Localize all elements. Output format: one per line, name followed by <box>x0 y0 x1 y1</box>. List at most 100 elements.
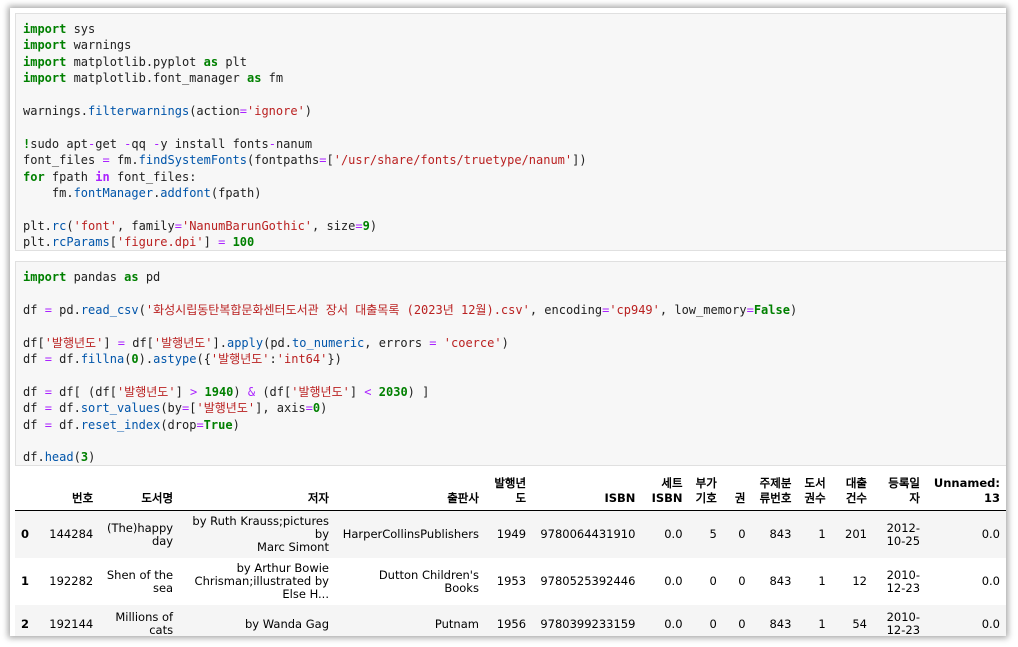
table-cell: 843 <box>769 527 792 541</box>
code-token: df. <box>51 417 81 432</box>
code-token: df <box>23 401 45 416</box>
code-editor-1[interactable]: import sys import warnings import matplo… <box>16 14 1006 251</box>
code-token: plt <box>218 54 247 69</box>
code-token: - <box>268 136 276 151</box>
column-header: 대출 건수 <box>845 476 867 505</box>
table-cell: 5 <box>709 527 717 541</box>
table-cell: 1953 <box>496 574 527 588</box>
code-token: 'ignore' <box>247 104 305 119</box>
code-line: df = df.fillna(0).astype({'발행년도':'int64'… <box>23 352 342 366</box>
code-token: 1940 <box>204 384 234 399</box>
code-token: = <box>102 153 110 168</box>
code-token: 'figure.dpi' <box>116 235 204 250</box>
code-editor-2[interactable]: import pandas as pd df = pd.read_csv('화성… <box>16 262 1006 466</box>
code-token: False <box>753 302 790 317</box>
code-token: '발행년도' <box>153 335 213 350</box>
table-cell: Millions of cats <box>115 610 174 637</box>
code-token: sys <box>66 22 96 36</box>
code-token: ) <box>789 302 798 317</box>
table-cell: 1949 <box>496 527 527 541</box>
code-token: [ <box>326 153 334 168</box>
cell-output: 번호 도서명 저자 출판사 발행년 도 ISBN 세트 ISBN 부가 기호 권 주제분 류번호 도서 권수 대… <box>15 472 1006 636</box>
code-token: 'font' <box>73 218 117 233</box>
table-cell: 0 <box>738 574 746 588</box>
code-token: matplotlib.pyplot <box>66 54 204 69</box>
code-token: 'int64' <box>276 352 328 367</box>
table-cell: 2010- 12-23 <box>886 610 921 637</box>
column-header: 번호 <box>72 491 94 505</box>
table-body: 0 144284 (The)happy day by Ruth Krauss;pictu… <box>15 510 1006 637</box>
code-token: '발행년도' <box>44 335 104 350</box>
code-token: = <box>174 218 182 233</box>
code-token: = <box>44 401 52 416</box>
table-cell: 0 <box>709 574 717 588</box>
code-token: df[ (df[ <box>51 384 117 399</box>
code-token: , family <box>116 218 175 233</box>
code-token: ). <box>138 352 154 367</box>
code-token: ) <box>501 335 509 350</box>
code-token: , size <box>312 218 356 233</box>
table-cell: 1 <box>818 574 826 588</box>
code-line: df = df.reset_index(drop=True) <box>23 418 240 432</box>
code-token: fm. <box>23 186 74 201</box>
table-cell: by Arthur Bowie Chrisman;illustrated by E… <box>194 561 329 601</box>
code-cell-2[interactable]: import pandas as pd df = pd.read_csv('화성… <box>15 261 1006 466</box>
column-header: 주제분 류번호 <box>759 476 792 505</box>
code-token: (pd. <box>263 335 293 350</box>
table-cell: HarperCollinsPublishers <box>342 527 479 541</box>
code-line: plt.rc('font', family='NanumBarunGothic'… <box>23 219 377 233</box>
code-token: read_csv <box>80 302 139 317</box>
table-row: 1 192282 Shen of the sea by Arthur Bowie Chri… <box>15 558 1006 605</box>
code-token: matplotlib.font_manager <box>66 71 247 86</box>
code-token: (fpath) <box>210 186 262 201</box>
code-token: ) <box>304 104 313 119</box>
table-cell: 9780399233159 <box>540 616 636 631</box>
code-token: = <box>305 401 313 416</box>
code-token: ( <box>138 302 146 317</box>
table-cell: 0.0 <box>664 527 683 541</box>
table-cell: Shen of the sea <box>106 567 174 595</box>
code-token: df <box>23 352 45 367</box>
code-token: 'coerce' <box>443 335 502 350</box>
code-token: ] <box>349 384 365 399</box>
table-cell: (The)happy day <box>106 520 174 548</box>
code-token: pd. <box>51 302 81 317</box>
code-token: (drop <box>160 417 197 432</box>
code-token: 100 <box>232 235 255 250</box>
code-token: to_numeric <box>292 335 365 350</box>
code-token: , errors <box>364 335 430 350</box>
code-token: ]) <box>572 153 587 168</box>
code-token: '발행년도' <box>116 384 176 399</box>
code-token: get <box>95 136 125 151</box>
code-token: = <box>429 335 437 350</box>
code-token: fm <box>261 71 284 86</box>
table-cell: by Wanda Gag <box>245 616 329 631</box>
code-token: findSystemFonts <box>138 153 247 168</box>
column-header: 부가 기호 <box>695 476 717 505</box>
code-token: ]. <box>212 335 227 350</box>
code-token: ] <box>203 235 219 250</box>
code-token: (by <box>160 401 182 416</box>
code-token: '발행년도' <box>210 352 270 367</box>
dataframe-table: 번호 도서명 저자 출판사 발행년 도 ISBN 세트 ISBN 부가 기호 권 주제분 류번호 도서 권수 대… <box>15 472 1006 636</box>
column-header: 출판사 <box>447 491 479 505</box>
table-cell: 0.0 <box>664 616 683 631</box>
code-line: !sudo apt-get -qq -y install fonts-nanum <box>23 137 312 151</box>
code-token: warnings. <box>23 104 89 119</box>
code-token: (action <box>189 104 240 119</box>
code-token: warnings <box>66 38 132 53</box>
code-token: = <box>117 335 125 350</box>
code-line: df = pd.read_csv('화성시립동탄복합문화센터도서관 장서 대출목… <box>23 303 797 317</box>
code-token: qq <box>131 136 154 151</box>
code-cell-1[interactable]: import sys import warnings import matplo… <box>15 13 1006 251</box>
code-token: import <box>23 54 67 69</box>
code-token: df. <box>51 401 81 416</box>
code-token: df. <box>23 450 45 465</box>
code-token: 2030 <box>378 384 408 399</box>
code-token: head <box>44 450 74 465</box>
code-token: pandas <box>66 270 125 284</box>
table-cell: 201 <box>845 527 867 541</box>
code-token: , low_memory <box>659 302 747 317</box>
code-line: import matplotlib.pyplot as plt <box>23 55 247 69</box>
